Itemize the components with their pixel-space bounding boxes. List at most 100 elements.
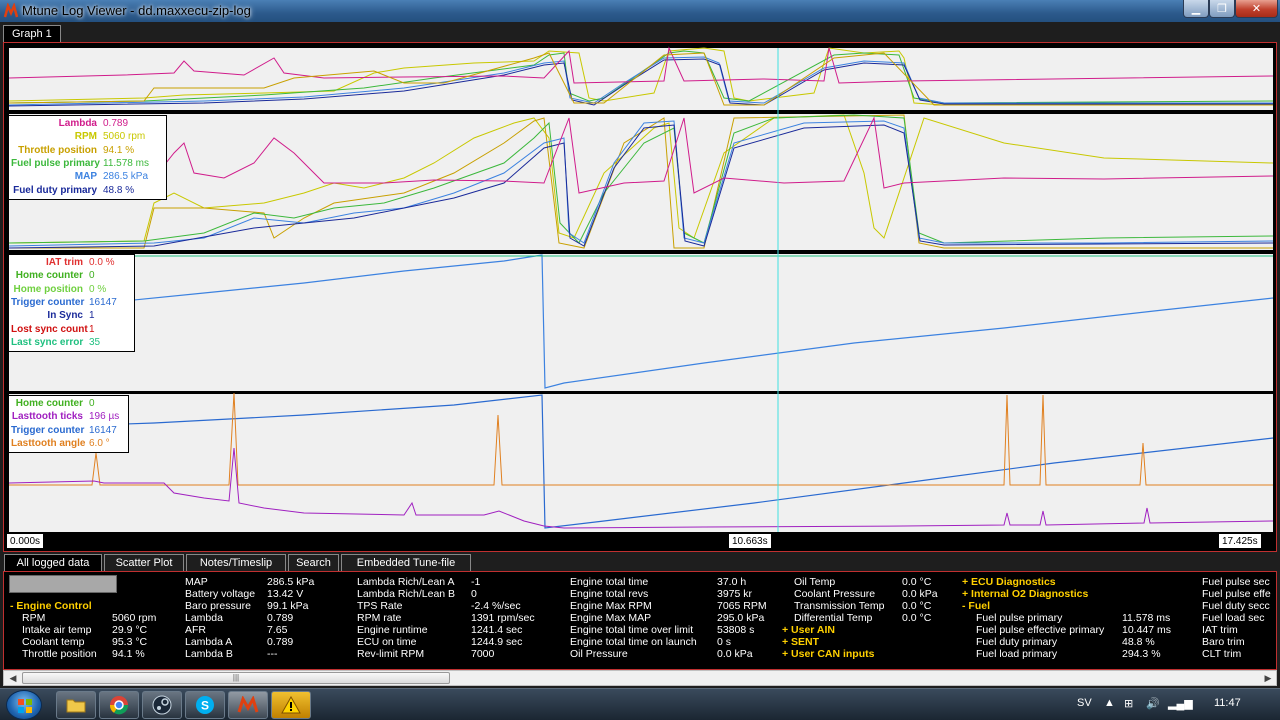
- minimize-button[interactable]: ▁: [1183, 0, 1209, 18]
- taskbar-folder-button[interactable]: [56, 691, 96, 719]
- data-value: 295.0 kPa: [717, 612, 765, 624]
- time-cursor-label: 10.663s: [728, 533, 772, 549]
- legend-value: 0.789: [103, 118, 129, 130]
- legend-label: Home position: [13, 283, 83, 295]
- legend-row[interactable]: Fuel pulse primary 11.578 ms: [11, 157, 163, 170]
- data-value: 11.578 ms: [1122, 612, 1171, 624]
- legend-row[interactable]: Lasttooth ticks 196 µs: [11, 410, 125, 423]
- section-user-can-inputs[interactable]: + User CAN inputs: [782, 648, 874, 660]
- data-label: AFR: [185, 624, 206, 636]
- graph-area[interactable]: Lambda 0.789 RPM 5060 rpm Throttle position 9…: [3, 42, 1277, 552]
- legend-row[interactable]: Home counter 0: [11, 269, 131, 282]
- data-value: 29.9 °C: [112, 624, 148, 636]
- legend-label: Trigger counter: [11, 297, 85, 309]
- network-icon[interactable]: ⊞: [1124, 697, 1133, 710]
- legend-row[interactable]: IAT trim 0.0 %: [11, 256, 131, 269]
- close-button[interactable]: ✕: [1235, 0, 1278, 18]
- data-label: Coolant temp: [22, 636, 85, 648]
- tab-all-logged-data[interactable]: All logged data: [4, 554, 102, 571]
- taskbar-warning-button[interactable]: [271, 691, 311, 719]
- scroll-right-icon[interactable]: ▶: [1260, 671, 1276, 685]
- legend-row[interactable]: In Sync 1: [11, 309, 131, 322]
- legend-label: Trigger counter: [11, 424, 85, 436]
- legend-row[interactable]: Lost sync count 1: [11, 322, 131, 335]
- language-indicator[interactable]: SV: [1077, 697, 1092, 709]
- legend-row[interactable]: Home position 0 %: [11, 283, 131, 296]
- filter-input[interactable]: [9, 575, 117, 593]
- data-value: 0.789: [267, 636, 294, 648]
- legend-value: 16147: [89, 424, 117, 436]
- legend-label: Throttle position: [18, 144, 97, 156]
- legend-row[interactable]: MAP 286.5 kPa: [11, 170, 163, 183]
- data-value: 7.65: [267, 624, 288, 636]
- data-label: Lambda Rich/Lean B: [357, 588, 456, 600]
- section-user-ain[interactable]: + User AIN: [782, 624, 835, 636]
- legend-row[interactable]: RPM 5060 rpm: [11, 130, 163, 143]
- folder-icon: [66, 699, 86, 713]
- legend-row[interactable]: Lasttooth angle 6.0 °: [11, 437, 125, 450]
- legend-row[interactable]: Trigger counter 16147: [11, 296, 131, 309]
- tab-notes-timeslip[interactable]: Notes/Timeslip: [186, 554, 286, 571]
- legend-value: 48.8 %: [103, 184, 135, 196]
- panel2-legend: Lambda 0.789 RPM 5060 rpm Throttle position 9…: [8, 115, 167, 200]
- data-label: IAT trim: [1202, 624, 1238, 636]
- section-engine-control[interactable]: - Engine Control: [10, 600, 92, 612]
- tab-search[interactable]: Search: [288, 554, 339, 571]
- section-ecu-diagnostics[interactable]: + ECU Diagnostics: [962, 576, 1056, 588]
- data-value: 0.0 kPa: [902, 588, 938, 600]
- data-value: 1244.9 sec: [471, 636, 523, 648]
- legend-label: Home counter: [15, 398, 83, 410]
- data-value: 13.42 V: [267, 588, 304, 600]
- horizontal-scrollbar[interactable]: ◀ ||| ▶: [3, 670, 1277, 686]
- legend-row[interactable]: Trigger counter 16147: [11, 424, 125, 437]
- legend-row[interactable]: Last sync error 35: [11, 336, 131, 349]
- legend-label: Lasttooth angle: [11, 438, 86, 450]
- scroll-left-icon[interactable]: ◀: [5, 671, 21, 685]
- data-value: 0.0 °C: [902, 576, 932, 588]
- legend-label: MAP: [74, 171, 97, 183]
- data-value: 95.3 °C: [112, 636, 148, 648]
- data-value: 53808 s: [717, 624, 755, 636]
- start-button[interactable]: [6, 690, 42, 720]
- section-internal-o2-diagnostics[interactable]: + Internal O2 Diagnostics: [962, 588, 1088, 600]
- tab-scatter-plot[interactable]: Scatter Plot: [104, 554, 184, 571]
- data-label: Intake air temp: [22, 624, 92, 636]
- data-label: Battery voltage: [185, 588, 256, 600]
- tab-graph-1[interactable]: Graph 1: [3, 25, 61, 42]
- taskbar-chrome-button[interactable]: [99, 691, 139, 719]
- taskbar-skype-button[interactable]: S: [185, 691, 225, 719]
- volume-icon[interactable]: 🔊: [1146, 697, 1160, 710]
- data-value: 37.0 h: [717, 576, 747, 588]
- tray-expand-icon[interactable]: ▲: [1104, 697, 1115, 709]
- data-column-7: Fuel pulse sec Fuel pulse effe Fuel duty s…: [1202, 576, 1276, 668]
- maximize-button[interactable]: ❐: [1209, 0, 1235, 18]
- data-value: 5060 rpm: [112, 612, 157, 624]
- legend-row[interactable]: Throttle position 94.1 %: [11, 144, 163, 157]
- data-value: 286.5 kPa: [267, 576, 315, 588]
- chrome-icon: [109, 696, 129, 715]
- graph-canvas[interactable]: [4, 43, 1276, 551]
- logged-data-panel[interactable]: - Engine Control RPM 5060 rpm Intake air…: [3, 571, 1277, 670]
- data-value: 99.1 kPa: [267, 600, 309, 612]
- panel3-legend: IAT trim 0.0 % Home counter 0 Home position 0…: [8, 254, 135, 353]
- graph-panel-4[interactable]: [9, 394, 1273, 532]
- legend-row[interactable]: Home counter 0: [11, 397, 125, 410]
- legend-value: 0 %: [89, 283, 107, 295]
- legend-label: Lambda: [58, 118, 97, 130]
- graph-panel-3[interactable]: [9, 254, 1273, 391]
- data-value: -1: [471, 576, 481, 588]
- close-icon: ✕: [1251, 3, 1262, 15]
- tab-embedded-tune-file[interactable]: Embedded Tune-file: [341, 554, 471, 571]
- legend-row[interactable]: Fuel duty primary 48.8 %: [11, 183, 163, 196]
- signal-icon[interactable]: ▂▄▆: [1168, 697, 1193, 710]
- clock[interactable]: 11:47: [1214, 697, 1241, 709]
- scrollbar-thumb[interactable]: |||: [22, 672, 450, 684]
- section-sent[interactable]: + SENT: [782, 636, 819, 648]
- legend-row[interactable]: Lambda 0.789: [11, 117, 163, 130]
- taskbar-mtune-button[interactable]: [228, 691, 268, 719]
- data-label: Fuel pulse effe: [1202, 588, 1271, 600]
- taskbar-steam-button[interactable]: [142, 691, 182, 719]
- section-fuel[interactable]: - Fuel: [962, 600, 990, 612]
- legend-label: Home counter: [15, 270, 83, 282]
- data-label: Engine total time: [570, 576, 649, 588]
